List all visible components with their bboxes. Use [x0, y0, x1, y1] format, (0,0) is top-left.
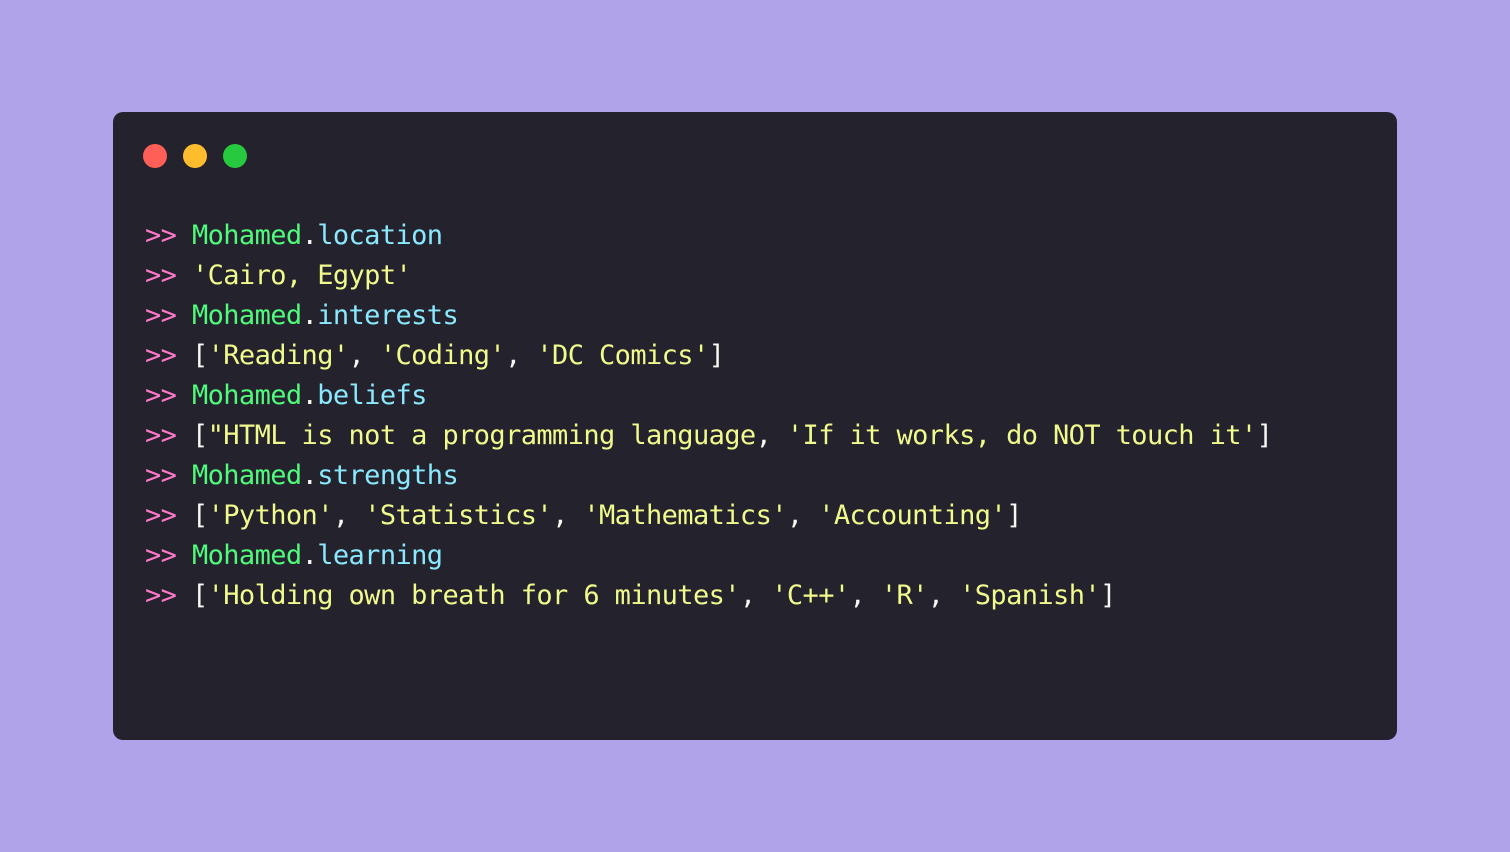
prompt-symbol: >> [145, 540, 177, 571]
prompt-symbol: >> [145, 420, 177, 451]
attribute-name: interests [317, 300, 459, 331]
maximize-dot-icon[interactable] [223, 144, 247, 168]
dot-separator: . [301, 460, 318, 491]
punctuation: , [849, 580, 881, 611]
string-literal: 'Accounting' [818, 500, 1007, 531]
punctuation: , [505, 340, 537, 371]
string-literal: 'Cairo, Egypt' [191, 260, 412, 291]
object-name: Mohamed [191, 380, 302, 411]
attribute-name: beliefs [317, 380, 427, 411]
string-literal: 'DC Comics' [536, 340, 709, 371]
string-literal: 'C++' [771, 580, 850, 611]
command-line: >> Mohamed.learning [145, 536, 1377, 576]
prompt-symbol: >> [145, 380, 177, 411]
dot-separator: . [301, 380, 318, 411]
dot-separator: . [301, 220, 318, 251]
punctuation: ] [1256, 420, 1273, 451]
background: { "window": { "controls": { "close": {"c… [0, 0, 1510, 852]
prompt-symbol: >> [145, 460, 177, 491]
command-line: >> Mohamed.interests [145, 296, 1377, 336]
attribute-name: strengths [317, 460, 459, 491]
output-line: >> 'Cairo, Egypt' [145, 256, 1377, 296]
string-literal: "HTML is not a programming language [207, 420, 757, 451]
object-name: Mohamed [191, 220, 302, 251]
string-literal: 'Coding' [379, 340, 506, 371]
prompt-symbol: >> [145, 340, 177, 371]
window-controls [143, 144, 247, 168]
attribute-name: location [317, 220, 443, 251]
string-literal: 'Statistics' [364, 500, 553, 531]
terminal-window: >> Mohamed.location >> 'Cairo, Egypt' >> M… [113, 112, 1397, 740]
object-name: Mohamed [191, 460, 302, 491]
command-line: >> Mohamed.strengths [145, 456, 1377, 496]
command-line: >> Mohamed.beliefs [145, 376, 1377, 416]
punctuation: [ [191, 420, 208, 451]
string-literal: 'If it works, do NOT touch it' [786, 420, 1257, 451]
punctuation: ] [708, 340, 725, 371]
minimize-dot-icon[interactable] [183, 144, 207, 168]
punctuation: , [786, 500, 819, 531]
terminal-output: >> Mohamed.location >> 'Cairo, Egypt' >> M… [145, 216, 1377, 616]
punctuation: , [332, 500, 365, 531]
dot-separator: . [301, 300, 318, 331]
object-name: Mohamed [191, 300, 302, 331]
punctuation: ] [1100, 580, 1116, 611]
punctuation: [ [191, 580, 208, 611]
prompt-symbol: >> [145, 300, 177, 331]
string-literal: 'Reading' [207, 340, 350, 371]
output-line: >> ["HTML is not a programming language,… [145, 416, 1377, 456]
dot-separator: . [301, 540, 318, 571]
output-line: >> ['Holding own breath for 6 minutes', … [145, 576, 1377, 616]
attribute-name: learning [317, 540, 443, 571]
punctuation: , [739, 580, 772, 611]
prompt-symbol: >> [145, 580, 177, 611]
prompt-symbol: >> [145, 260, 177, 291]
output-line: >> ['Python', 'Statistics', 'Mathematics… [145, 496, 1377, 536]
prompt-symbol: >> [145, 500, 177, 531]
object-name: Mohamed [191, 540, 302, 571]
punctuation: ] [1006, 500, 1022, 531]
string-literal: 'Mathematics' [583, 500, 787, 531]
punctuation: , [755, 420, 787, 451]
string-literal: 'Spanish' [959, 580, 1101, 611]
close-dot-icon[interactable] [143, 144, 167, 168]
string-literal: 'Python' [207, 500, 334, 531]
command-line: >> Mohamed.location [145, 216, 1377, 256]
punctuation: , [927, 580, 960, 611]
punctuation: [ [191, 340, 208, 371]
string-literal: 'R' [880, 580, 929, 611]
prompt-symbol: >> [145, 220, 177, 251]
punctuation: , [552, 500, 584, 531]
string-literal: 'Holding own breath for 6 minutes' [207, 580, 741, 611]
punctuation: [ [191, 500, 208, 531]
punctuation: , [348, 340, 380, 371]
output-line: >> ['Reading', 'Coding', 'DC Comics'] [145, 336, 1377, 376]
